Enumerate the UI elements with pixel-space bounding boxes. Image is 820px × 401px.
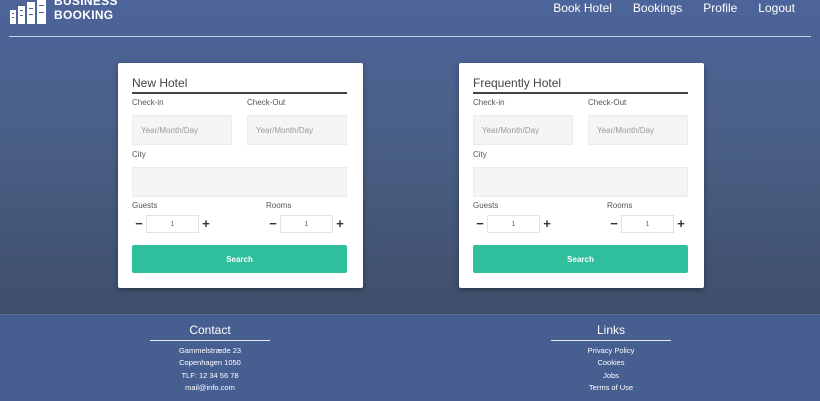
checkin-input[interactable]: Year/Month/Day xyxy=(473,115,573,145)
checkout-input[interactable]: Year/Month/Day xyxy=(588,115,688,145)
city-input[interactable] xyxy=(132,167,347,197)
guests-plus-button[interactable]: + xyxy=(201,217,211,230)
brand-logo[interactable]: BUSINESS BOOKING xyxy=(8,0,117,24)
footer-contact: Contact Gammelstræde 23 Copenhagen 1050 … xyxy=(150,323,270,394)
footer xyxy=(0,314,820,401)
guests-label: Guests xyxy=(473,201,499,210)
city-input[interactable] xyxy=(473,167,688,197)
search-button[interactable]: Search xyxy=(473,245,688,273)
guests-quantity[interactable]: 1 xyxy=(487,215,540,233)
rooms-plus-button[interactable]: + xyxy=(335,217,345,230)
city-label: City xyxy=(473,150,487,159)
rooms-quantity[interactable]: 1 xyxy=(621,215,674,233)
rooms-quantity[interactable]: 1 xyxy=(280,215,333,233)
contact-address: Gammelstræde 23 xyxy=(178,346,242,355)
footer-contact-title: Contact xyxy=(150,323,270,341)
checkout-label: Check-Out xyxy=(588,98,627,107)
checkout-label: Check-Out xyxy=(247,98,286,107)
footer-links: Links Privacy Policy Cookies Jobs Terms … xyxy=(551,323,671,394)
nav-bookings[interactable]: Bookings xyxy=(633,0,682,16)
card-title: Frequently Hotel xyxy=(473,76,688,94)
checkin-label: Check-in xyxy=(132,98,164,107)
rooms-label: Rooms xyxy=(607,201,633,210)
contact-city: Copenhagen 1050 xyxy=(179,358,241,368)
brand-name: BUSINESS BOOKING xyxy=(54,0,118,22)
guests-minus-button[interactable]: − xyxy=(475,217,485,230)
rooms-minus-button[interactable]: − xyxy=(609,217,619,230)
brand-line-1: BUSINESS xyxy=(54,0,118,8)
nav-profile[interactable]: Profile xyxy=(703,0,737,16)
card-title: New Hotel xyxy=(132,76,347,94)
frequently-hotel-card: Frequently Hotel Check-in Check-Out Year… xyxy=(459,63,704,288)
search-button[interactable]: Search xyxy=(132,245,347,273)
link-jobs[interactable]: Jobs xyxy=(551,370,671,382)
top-nav: Book Hotel Bookings Profile Logout xyxy=(553,0,795,16)
building-icon xyxy=(10,0,46,24)
link-terms-of-use[interactable]: Terms of Use xyxy=(551,382,671,394)
link-cookies[interactable]: Cookies xyxy=(551,357,671,369)
link-privacy-policy[interactable]: Privacy Policy xyxy=(551,345,671,357)
contact-email[interactable]: mail@info.com xyxy=(150,382,270,394)
nav-book-hotel[interactable]: Book Hotel xyxy=(553,0,612,16)
city-label: City xyxy=(132,150,146,159)
rooms-plus-button[interactable]: + xyxy=(676,217,686,230)
rooms-minus-button[interactable]: − xyxy=(268,217,278,230)
header-divider xyxy=(9,36,811,37)
nav-logout[interactable]: Logout xyxy=(758,0,795,16)
checkin-label: Check-in xyxy=(473,98,505,107)
guests-minus-button[interactable]: − xyxy=(134,217,144,230)
new-hotel-card: New Hotel Check-in Check-Out Year/Month/… xyxy=(118,63,363,288)
checkout-input[interactable]: Year/Month/Day xyxy=(247,115,347,145)
guests-plus-button[interactable]: + xyxy=(542,217,552,230)
checkin-input[interactable]: Year/Month/Day xyxy=(132,115,232,145)
guests-quantity[interactable]: 1 xyxy=(146,215,199,233)
footer-links-title: Links xyxy=(551,323,671,341)
contact-phone: TLF: 12 34 56 78 xyxy=(181,370,239,380)
brand-line-2: BOOKING xyxy=(54,8,114,22)
guests-label: Guests xyxy=(132,201,158,210)
rooms-label: Rooms xyxy=(266,201,292,210)
